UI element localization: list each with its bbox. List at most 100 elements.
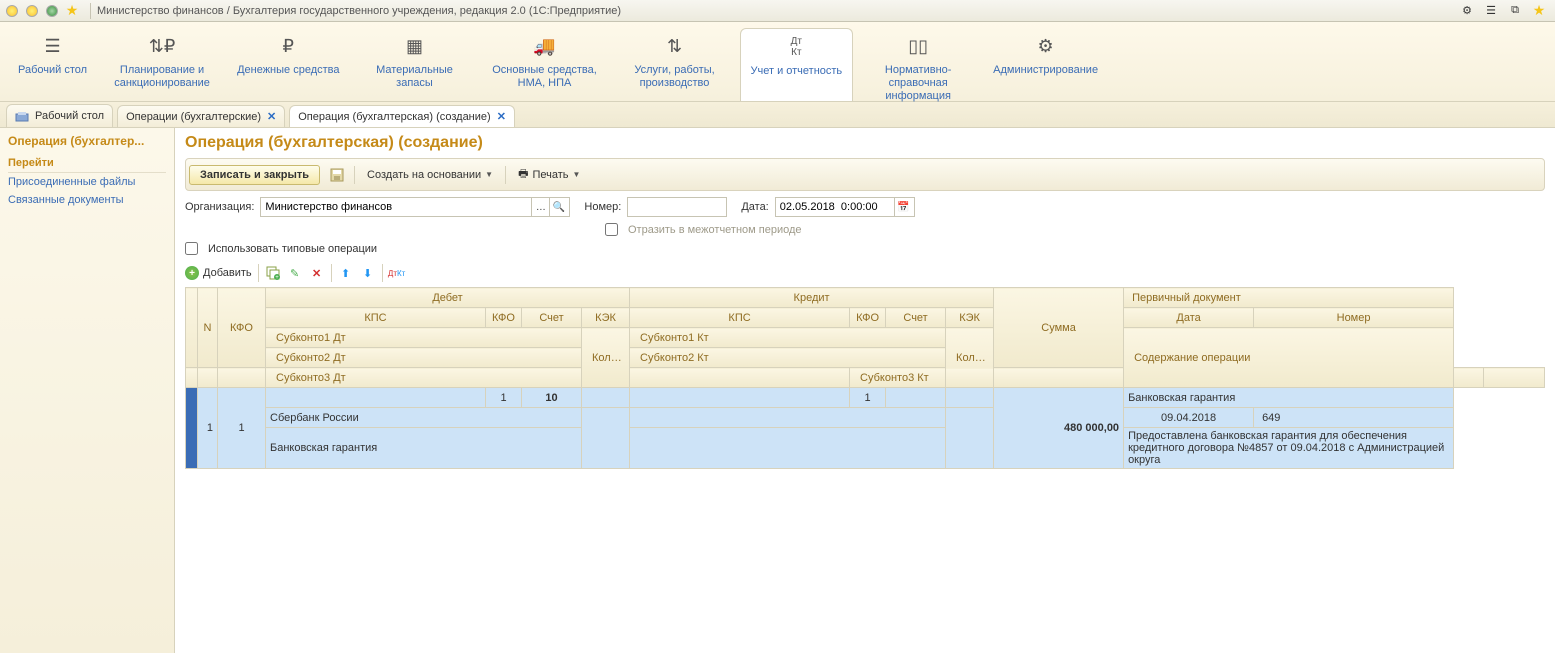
col-acct-d[interactable]: Счет <box>522 308 582 328</box>
gear-icon: ⚙ <box>993 32 1098 60</box>
col-kps-k[interactable]: КПС <box>630 308 850 328</box>
col-sub3k[interactable]: Субконто3 Кт <box>850 368 994 388</box>
org-input[interactable] <box>261 198 531 216</box>
close-icon[interactable]: ✕ <box>497 110 506 123</box>
nav-panel: Операция (бухгалтер... Перейти Присоедин… <box>0 128 175 653</box>
command-bar: Записать и закрыть Создать на основании▼… <box>185 158 1545 191</box>
col-sub3d[interactable]: Субконто3 Дт <box>266 368 582 388</box>
tab-desktop[interactable]: Рабочий стол <box>6 104 113 127</box>
col-kek-k[interactable]: КЭК <box>946 308 994 328</box>
section-services[interactable]: ⇅ Услуги, работы, производство <box>610 28 740 101</box>
planning-icon: ⇅₽ <box>107 32 217 60</box>
use-typical-checkbox[interactable] <box>185 242 198 255</box>
entries-grid[interactable]: N КФО Дебет Кредит Сумма Первичный докум… <box>185 287 1545 469</box>
reflect-checkbox[interactable] <box>605 223 618 236</box>
tool-icon-2[interactable]: ☰ <box>1483 3 1499 19</box>
col-kfo-k[interactable]: КФО <box>850 308 886 328</box>
col-date[interactable]: Дата <box>1124 308 1254 328</box>
disk-icon <box>329 167 345 183</box>
col-kfo[interactable]: КФО <box>218 288 266 368</box>
window-title: Министерство финансов / Бухгалтерия госу… <box>97 5 621 17</box>
tool-icon-3[interactable]: ⧉ <box>1507 3 1523 19</box>
chevron-down-icon: ▼ <box>573 170 581 179</box>
delete-row-button[interactable]: ✕ <box>309 265 325 281</box>
section-materials[interactable]: ▦ Материальные запасы <box>350 28 480 101</box>
printer-icon: 🖶 <box>518 165 528 184</box>
date-field[interactable]: 📅 <box>775 197 915 217</box>
col-qty-d[interactable]: Количество <box>582 328 630 388</box>
grid-toolbar: + Добавить + ✎ ✕ ⬆ ⬇ ДтКт <box>185 261 1545 285</box>
content: Операция (бухгалтерская) (создание) Запи… <box>175 128 1555 653</box>
table-row-line2[interactable]: Сбербанк России 09.04.2018 649 <box>186 408 1545 428</box>
section-accounting[interactable]: ДтКт Учет и отчетность <box>740 28 854 101</box>
close-icon[interactable]: ✕ <box>267 110 276 123</box>
col-acct-k[interactable]: Счет <box>886 308 946 328</box>
back-icon[interactable] <box>24 3 40 19</box>
copy-row-button[interactable]: + <box>265 265 281 281</box>
section-planning[interactable]: ⇅₽ Планирование и санкционирование <box>97 28 227 101</box>
col-content[interactable]: Содержание операции <box>1124 328 1454 388</box>
section-desktop[interactable]: ☰ Рабочий стол <box>8 28 97 101</box>
favorite-icon-right[interactable]: ★ <box>1531 3 1547 19</box>
nav-title: Операция (бухгалтер... <box>8 134 166 148</box>
move-down-button[interactable]: ⬇ <box>360 265 376 281</box>
tabs-bar: Рабочий стол Операции (бухгалтерские) ✕ … <box>0 102 1555 128</box>
tab-operations-list[interactable]: Операции (бухгалтерские) ✕ <box>117 105 285 127</box>
grid-icon: ▦ <box>360 32 470 60</box>
col-sub1d[interactable]: Субконто1 Дт <box>266 328 582 348</box>
save-close-button[interactable]: Записать и закрыть <box>189 165 320 185</box>
reflect-label: Отразить в межотчетном периоде <box>628 224 802 236</box>
col-sub1k[interactable]: Субконто1 Кт <box>630 328 946 348</box>
col-sum[interactable]: Сумма <box>994 288 1124 368</box>
nav-attached-files[interactable]: Присоединенные файлы <box>8 173 166 191</box>
plus-icon: + <box>185 266 199 280</box>
edit-row-button[interactable]: ✎ <box>287 265 303 281</box>
number-label: Номер: <box>584 201 621 213</box>
print-button[interactable]: 🖶 Печать▼ <box>512 162 586 187</box>
titlebar: ★ Министерство финансов / Бухгалтерия го… <box>0 0 1555 22</box>
col-credit[interactable]: Кредит <box>630 288 994 308</box>
section-reference[interactable]: ▯▯ Нормативно-справочная информация <box>853 28 983 101</box>
sliders-icon: ⇅ <box>620 32 730 60</box>
tab-operation-create[interactable]: Операция (бухгалтерская) (создание) ✕ <box>289 105 515 127</box>
tool-icon-1[interactable]: ⚙ <box>1459 3 1475 19</box>
col-kps-d[interactable]: КПС <box>266 308 486 328</box>
search-icon[interactable]: 🔍 <box>549 198 567 216</box>
section-admin[interactable]: ⚙ Администрирование <box>983 28 1108 101</box>
col-prim-doc[interactable]: Первичный документ <box>1124 288 1454 308</box>
col-sub2k[interactable]: Субконто2 Кт <box>630 348 946 368</box>
desk-icon <box>15 109 29 123</box>
move-up-button[interactable]: ⬆ <box>338 265 354 281</box>
date-input[interactable] <box>776 198 894 216</box>
section-assets[interactable]: 🚚 Основные средства, НМА, НПА <box>480 28 610 101</box>
save-icon-button[interactable] <box>326 164 348 186</box>
ruble-icon: ₽ <box>237 32 339 60</box>
app-icon <box>4 3 20 19</box>
page-title: Операция (бухгалтерская) (создание) <box>185 134 1545 152</box>
col-kek-d[interactable]: КЭК <box>582 308 630 328</box>
table-row[interactable]: 1 1 1 10 1 480 000,00 Банковская гаранти… <box>186 388 1545 408</box>
col-debit[interactable]: Дебет <box>266 288 630 308</box>
create-based-button[interactable]: Создать на основании▼ <box>361 166 499 184</box>
col-sub2d[interactable]: Субконто2 Дт <box>266 348 582 368</box>
col-kfo-d[interactable]: КФО <box>486 308 522 328</box>
table-row-line3[interactable]: Банковская гарантия Предоставлена банков… <box>186 428 1545 469</box>
row-marker-header <box>186 288 198 368</box>
row-selector[interactable] <box>186 388 198 469</box>
col-n[interactable]: N <box>198 288 218 368</box>
nav-related-docs[interactable]: Связанные документы <box>8 191 166 209</box>
calendar-icon[interactable]: 📅 <box>894 198 912 216</box>
favorite-icon[interactable]: ★ <box>64 3 80 19</box>
menu-icon: ☰ <box>18 32 87 60</box>
section-cash[interactable]: ₽ Денежные средства <box>227 28 349 101</box>
divider <box>90 3 91 19</box>
forward-icon[interactable] <box>44 3 60 19</box>
ellipsis-icon[interactable]: … <box>531 198 549 216</box>
number-input[interactable] <box>627 197 727 217</box>
dtkt-button[interactable]: ДтКт <box>389 265 405 281</box>
truck-icon: 🚚 <box>490 32 600 60</box>
col-number[interactable]: Номер <box>1254 308 1454 328</box>
book-icon: ▯▯ <box>863 32 973 60</box>
add-row-button[interactable]: + Добавить <box>185 266 252 280</box>
org-field[interactable]: … 🔍 <box>260 197 570 217</box>
